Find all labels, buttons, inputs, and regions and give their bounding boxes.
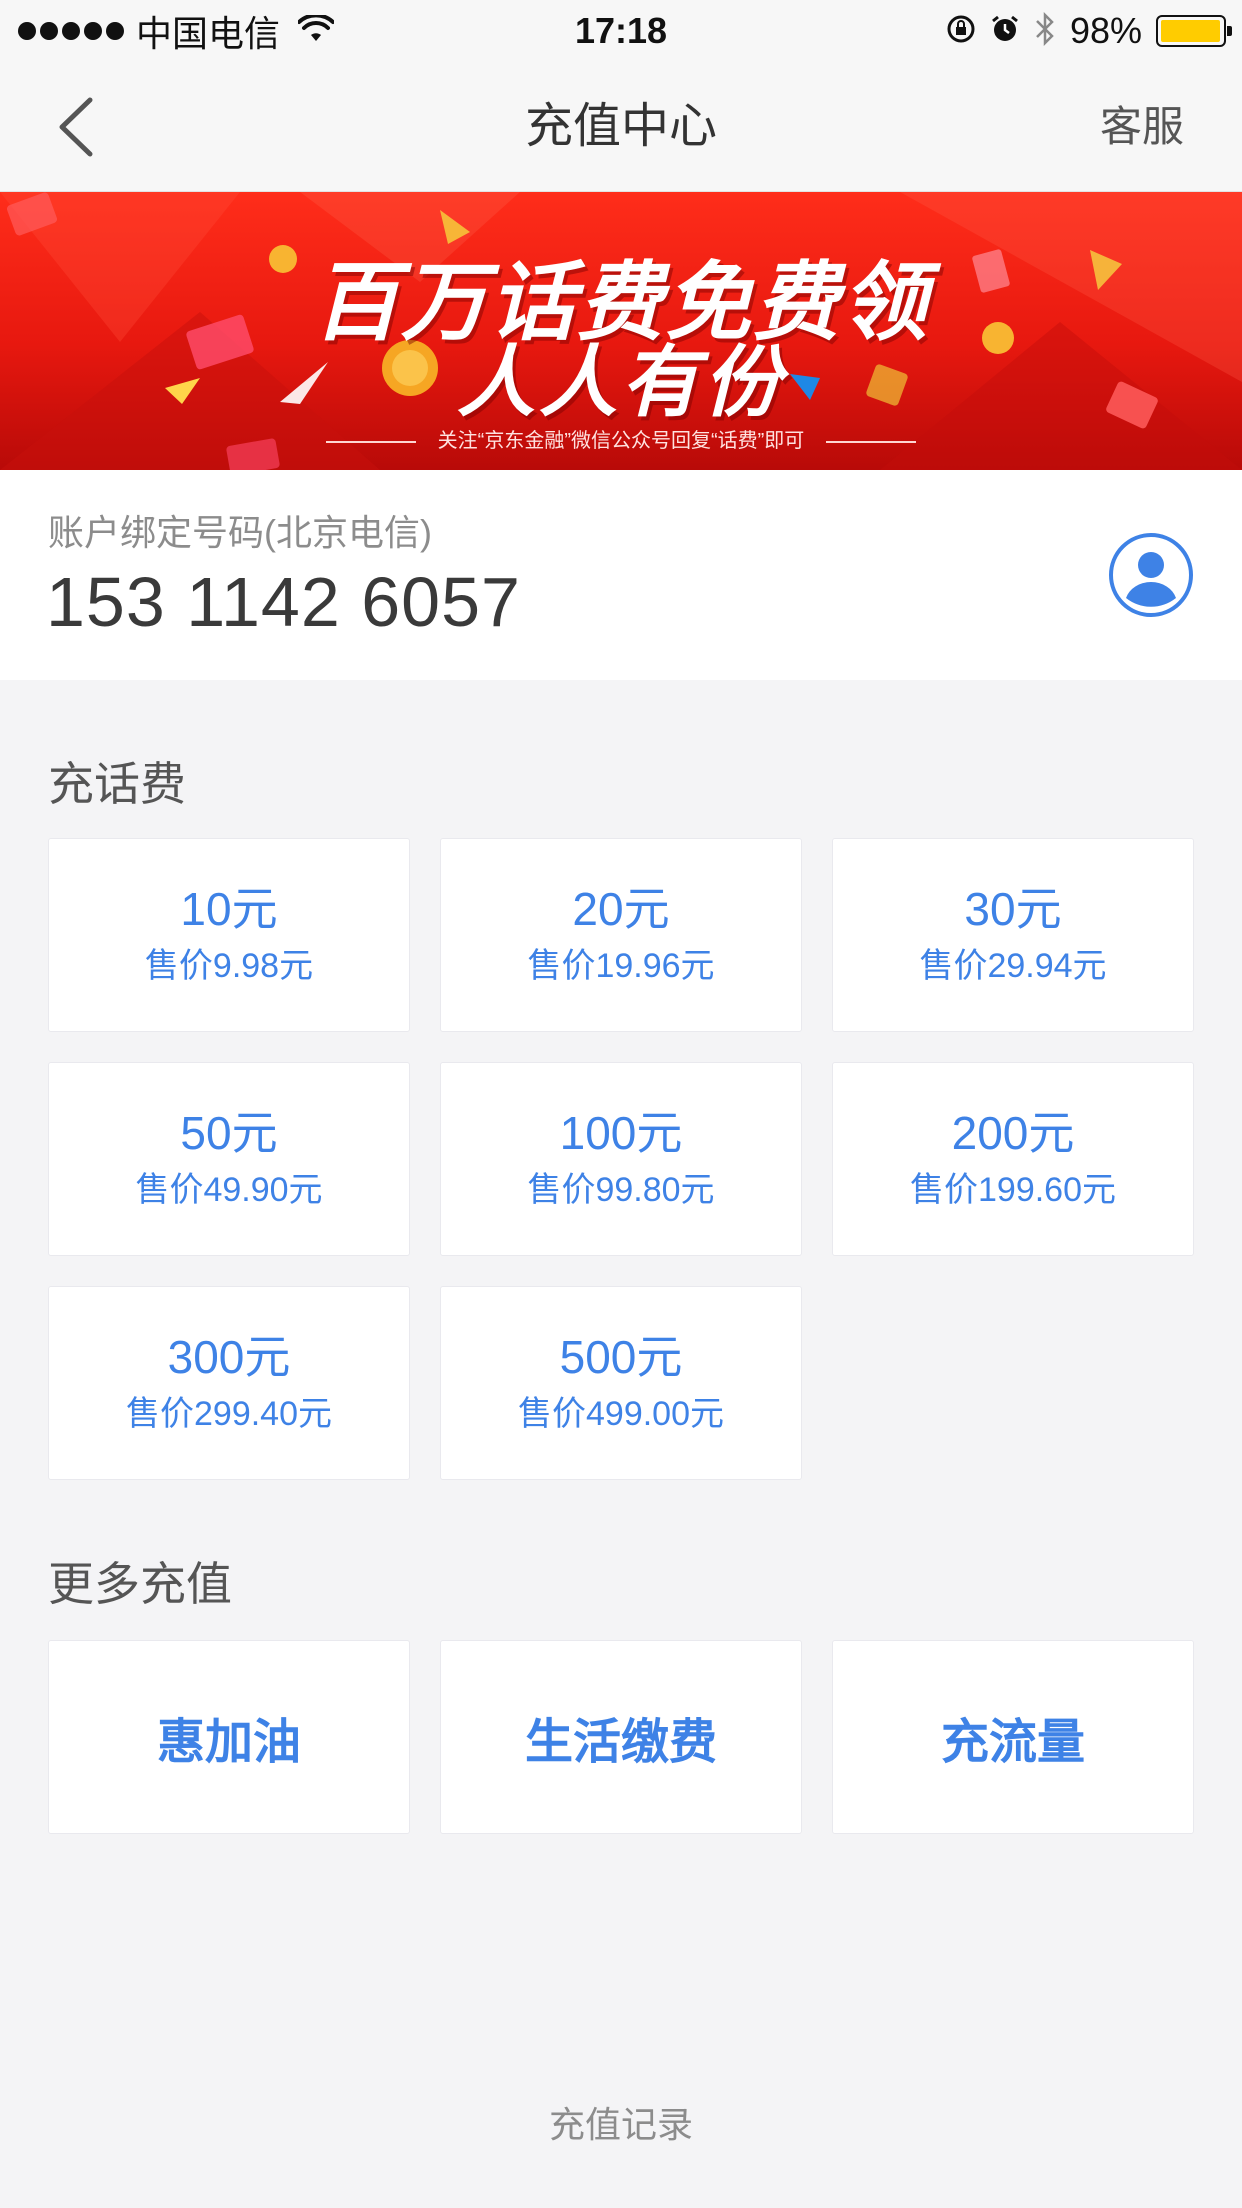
option-amount: 10元 xyxy=(180,883,278,935)
option-price: 售价499.00元 xyxy=(518,1395,724,1433)
bluetooth-icon xyxy=(1034,11,1056,51)
alarm-icon xyxy=(990,14,1020,49)
recharge-option-20[interactable]: 20元 售价19.96元 xyxy=(440,838,802,1032)
recharge-option-200[interactable]: 200元 售价199.60元 xyxy=(832,1062,1194,1256)
option-price: 售价29.94元 xyxy=(919,947,1107,985)
recharge-option-300[interactable]: 300元 售价299.40元 xyxy=(48,1286,410,1480)
recharge-section-title: 充话费 xyxy=(48,758,186,810)
battery-percent: 98% xyxy=(1069,10,1142,51)
recharge-option-500[interactable]: 500元 售价499.00元 xyxy=(440,1286,802,1480)
option-amount: 50元 xyxy=(180,1107,278,1159)
recharge-option-50[interactable]: 50元 售价49.90元 xyxy=(48,1062,410,1256)
account-section: 账户绑定号码(北京电信) 153 1142 6057 xyxy=(0,470,1242,680)
nav-bar: 充值中心 客服 xyxy=(0,62,1242,192)
status-bar: 中国电信 17:18 98% xyxy=(0,0,1242,62)
option-price: 售价9.98元 xyxy=(144,947,314,985)
customer-service-button[interactable]: 客服 xyxy=(1100,62,1184,192)
account-label: 账户绑定号码(北京电信) xyxy=(48,512,432,553)
banner-subheadline: 人人有份 xyxy=(456,338,785,426)
banner-note: 关注“京东金融”微信公众号回复“话费”即可 xyxy=(437,430,805,452)
page-title: 充值中心 xyxy=(524,100,717,153)
rotation-lock-icon xyxy=(946,14,976,49)
option-amount: 200元 xyxy=(951,1107,1075,1159)
phone-number-input[interactable]: 153 1142 6057 xyxy=(46,562,521,642)
option-price: 售价49.90元 xyxy=(135,1171,323,1209)
recharge-history-link[interactable]: 充值记录 xyxy=(0,2096,1242,2148)
recharge-options-grid: 10元 售价9.98元 20元 售价19.96元 30元 售价29.94元 50… xyxy=(48,838,1194,1480)
more-option-label: 生活缴费 xyxy=(524,1716,717,1769)
data-recharge-button[interactable]: 充流量 xyxy=(832,1640,1194,1834)
banner-note-row: 关注“京东金融”微信公众号回复“话费”即可 xyxy=(0,424,1242,453)
recharge-option-10[interactable]: 10元 售价9.98元 xyxy=(48,838,410,1032)
more-option-label: 惠加油 xyxy=(156,1716,301,1769)
option-amount: 100元 xyxy=(559,1107,683,1159)
battery-level xyxy=(1161,20,1220,42)
option-amount: 300元 xyxy=(167,1331,291,1383)
recharge-option-100[interactable]: 100元 售价99.80元 xyxy=(440,1062,802,1256)
option-amount: 500元 xyxy=(559,1331,683,1383)
more-options-grid: 惠加油 生活缴费 充流量 xyxy=(48,1640,1194,1834)
option-price: 售价99.80元 xyxy=(527,1171,715,1209)
option-amount: 20元 xyxy=(572,883,670,935)
recharge-option-30[interactable]: 30元 售价29.94元 xyxy=(832,838,1194,1032)
battery-icon xyxy=(1156,15,1232,47)
utility-payment-button[interactable]: 生活缴费 xyxy=(440,1640,802,1834)
option-price: 售价299.40元 xyxy=(126,1395,332,1433)
more-section-title: 更多充值 xyxy=(48,1558,232,1610)
option-amount: 30元 xyxy=(964,883,1062,935)
option-price: 售价199.60元 xyxy=(910,1171,1116,1209)
fuel-discount-button[interactable]: 惠加油 xyxy=(48,1640,410,1834)
contact-person-icon[interactable] xyxy=(1108,532,1194,618)
promo-banner[interactable]: 百万话费免费领 人人有份 关注“京东金融”微信公众号回复“话费”即可 xyxy=(0,192,1242,470)
more-option-label: 充流量 xyxy=(940,1716,1085,1769)
option-price: 售价19.96元 xyxy=(527,947,715,985)
status-right: 98% xyxy=(946,8,1232,54)
